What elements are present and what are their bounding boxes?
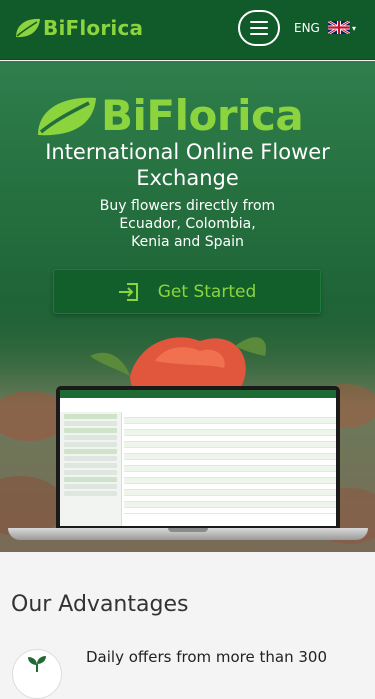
advantage-item-text: Daily offers from more than 300 [86,648,327,666]
hero-section: BiFlorica International Online Flower Ex… [0,61,375,552]
hero-logo: BiFlorica [35,91,304,140]
get-started-button[interactable]: Get Started [53,269,321,314]
advantages-section: Our Advantages Daily offers from more th… [0,552,375,699]
laptop-screenshot-image [8,386,368,552]
advantage-icon-badge [12,649,62,699]
login-icon [118,282,138,301]
brand-logo[interactable]: BiFlorica [14,16,143,40]
hero-brand-name: BiFlorica [101,91,304,140]
section-title: Our Advantages [11,592,189,617]
hamburger-menu-button[interactable] [238,10,280,46]
hero-subtitle: Buy flowers directly from Ecuador, Colom… [99,198,276,250]
leaf-logo-icon [38,97,96,135]
get-started-label: Get Started [157,281,257,302]
top-navbar: BiFlorica ENG ▾ [0,0,375,60]
brand-name: BiFlorica [43,16,144,40]
chevron-down-icon[interactable]: ▾ [352,24,356,33]
sprout-icon [28,656,46,672]
leaf-logo-icon [16,18,40,38]
hamburger-icon [250,21,268,23]
uk-flag-icon[interactable] [328,21,350,34]
language-selector[interactable]: ENG [294,21,320,35]
hero-title: International Online Flower Exchange [45,140,330,190]
